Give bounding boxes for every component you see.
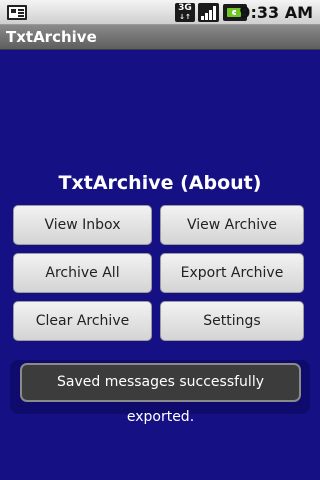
toast-message: Saved messages successfully exported. — [20, 363, 301, 425]
3g-icon: 3G ↓↑ — [175, 3, 195, 22]
network-arrows: ↓↑ — [179, 13, 191, 21]
page-heading: TxtArchive (About) — [58, 172, 262, 194]
app-title: TxtArchive — [6, 28, 97, 46]
network-label: 3G — [178, 3, 192, 13]
view-archive-button[interactable]: View Archive — [160, 205, 304, 245]
status-bar: 3G ↓↑ 9:33 AM — [0, 0, 320, 25]
title-bar: TxtArchive — [0, 25, 320, 50]
toast-container: Saved messages successfully exported. — [10, 360, 310, 425]
clear-archive-button[interactable]: Clear Archive — [13, 301, 152, 341]
export-archive-button[interactable]: Export Archive — [160, 253, 304, 293]
notification-icon[interactable] — [7, 5, 27, 20]
settings-button[interactable]: Settings — [160, 301, 304, 341]
view-inbox-button[interactable]: View Inbox — [13, 205, 152, 245]
signal-icon — [198, 3, 219, 22]
archive-all-button[interactable]: Archive All — [13, 253, 152, 293]
status-clock: 9:33 AM — [239, 3, 313, 22]
